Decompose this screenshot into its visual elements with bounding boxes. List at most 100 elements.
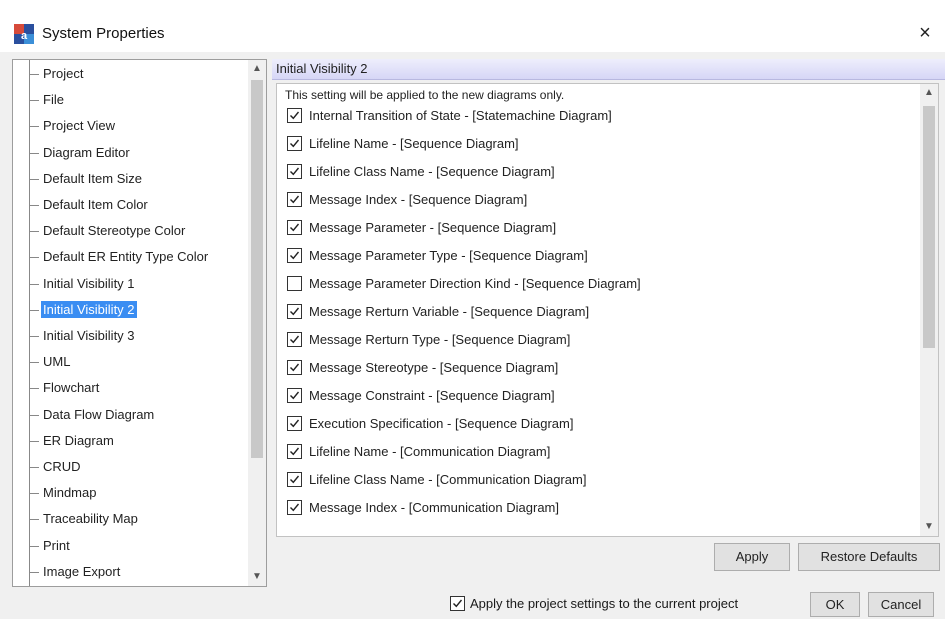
tree-item-label: Traceability Map (43, 511, 138, 527)
tree-branch-line (29, 467, 39, 468)
tree-item[interactable]: Flowchart (13, 375, 249, 401)
visibility-option-row[interactable]: Lifeline Name - [Communication Diagram] (287, 442, 917, 464)
options-scroll-thumb[interactable] (923, 106, 935, 348)
option-checkbox[interactable] (287, 136, 302, 151)
tree-item-label: Flowchart (43, 380, 100, 396)
tree-branch-line (29, 388, 39, 390)
option-checkbox[interactable] (287, 360, 302, 375)
tree-item-label: Initial Visibility 2 (41, 300, 137, 318)
tree-item[interactable]: Image Export (13, 559, 249, 585)
option-label: Message Index - [Communication Diagram] (309, 500, 559, 515)
tree-item[interactable]: Initial Visibility 2 (13, 297, 249, 323)
option-checkbox[interactable] (287, 332, 302, 347)
visibility-option-row[interactable]: Lifeline Class Name - [Communication Dia… (287, 470, 917, 492)
tree-branch-line (29, 545, 39, 547)
visibility-option-row[interactable]: Message Index - [Communication Diagram] (287, 498, 917, 520)
tree-branch-line (29, 231, 39, 233)
tree-item[interactable]: Project (13, 61, 249, 87)
option-checkbox[interactable] (287, 248, 302, 263)
option-checkbox[interactable] (287, 164, 302, 179)
visibility-options-box: This setting will be applied to the new … (276, 83, 939, 537)
section-title: Initial Visibility 2 (276, 61, 368, 76)
option-checkbox[interactable] (287, 304, 302, 319)
option-label: Message Parameter Type - [Sequence Diagr… (309, 248, 588, 263)
visibility-option-row[interactable]: Execution Specification - [Sequence Diag… (287, 414, 917, 436)
tree-item[interactable]: CRUD (13, 454, 249, 480)
visibility-option-row[interactable]: Message Rerturn Variable - [Sequence Dia… (287, 302, 917, 324)
option-checkbox[interactable] (287, 500, 302, 515)
option-label: Message Parameter - [Sequence Diagram] (309, 220, 557, 235)
tree-item[interactable]: Default Item Color (13, 192, 249, 218)
tree-branch-line (29, 571, 39, 573)
tree-item[interactable]: ER Diagram (13, 428, 249, 454)
apply-project-settings-checkbox[interactable] (450, 596, 465, 611)
option-checkbox[interactable] (287, 444, 302, 459)
tree-item[interactable]: Initial Visibility 1 (13, 271, 249, 297)
option-label: Message Constraint - [Sequence Diagram] (309, 388, 555, 403)
option-label: Message Index - [Sequence Diagram] (309, 192, 528, 207)
option-checkbox[interactable] (287, 416, 302, 431)
visibility-option-row[interactable]: Lifeline Class Name - [Sequence Diagram] (287, 162, 917, 184)
tree-item[interactable]: Print (13, 533, 249, 559)
option-checkbox[interactable] (287, 388, 302, 403)
visibility-option-row[interactable]: Message Parameter Type - [Sequence Diagr… (287, 246, 917, 268)
options-scrollbar[interactable]: ▲ ▼ (920, 84, 938, 536)
tree-item[interactable]: Initial Visibility 3 (13, 323, 249, 349)
tree-item-label: Default Item Color (43, 197, 148, 212)
option-label: Message Parameter Direction Kind - [Sequ… (309, 276, 641, 291)
visibility-option-row[interactable]: Message Parameter - [Sequence Diagram] (287, 218, 917, 240)
tree-item[interactable]: Default Stereotype Color (13, 218, 249, 244)
tree-item-label: File (43, 92, 64, 108)
tree-branch-line (29, 257, 39, 259)
tree-branch-line (29, 152, 39, 154)
tree-item[interactable]: Traceability Map (13, 506, 249, 532)
tree-item-label: Data Flow Diagram (43, 406, 155, 422)
restore-defaults-button[interactable]: Restore Defaults (798, 543, 940, 571)
tree-item-label: Initial Visibility 1 (43, 275, 135, 291)
visibility-option-row[interactable]: Internal Transition of State - [Statemac… (287, 106, 917, 128)
close-button[interactable]: × (911, 22, 939, 46)
tree-branch-line (29, 493, 39, 495)
scroll-down-arrow-icon[interactable]: ▼ (920, 518, 938, 536)
cancel-button[interactable]: Cancel (868, 592, 934, 617)
astah-app-icon: a (14, 24, 34, 44)
option-checkbox[interactable] (287, 276, 302, 291)
tree-item[interactable]: Data Flow Diagram (13, 402, 249, 428)
option-checkbox[interactable] (287, 472, 302, 487)
option-label: Internal Transition of State - [Statemac… (309, 108, 612, 123)
tree-branch-line (29, 74, 39, 75)
tree-item-label: Print (43, 537, 70, 553)
tree-scroll-thumb[interactable] (251, 80, 263, 458)
tree-scrollbar[interactable]: ▲ ▼ (248, 60, 266, 586)
tree-item[interactable]: UML (13, 349, 249, 375)
scroll-down-arrow-icon[interactable]: ▼ (248, 568, 266, 586)
visibility-option-row[interactable]: Lifeline Name - [Sequence Diagram] (287, 134, 917, 156)
tree-branch-line (29, 414, 39, 416)
tree-item-label: UML (43, 354, 71, 370)
tree-branch-line (29, 283, 39, 285)
apply-button[interactable]: Apply (714, 543, 790, 571)
tree-item[interactable]: Mindmap (13, 480, 249, 506)
tree-item-label: Image Export (43, 563, 121, 579)
tree-branch-line (29, 362, 39, 364)
option-checkbox[interactable] (287, 220, 302, 235)
scroll-up-arrow-icon[interactable]: ▲ (920, 84, 938, 102)
settings-category-tree: Project File Project View Diagram Editor Def… (12, 59, 267, 587)
tree-item[interactable]: Project View (13, 113, 249, 139)
option-checkbox[interactable] (287, 108, 302, 123)
tree-branch-line (29, 519, 39, 521)
scroll-up-arrow-icon[interactable]: ▲ (248, 60, 266, 78)
tree-item-label: Project View (43, 118, 116, 134)
tree-item[interactable]: File (13, 87, 249, 113)
visibility-option-row[interactable]: Message Constraint - [Sequence Diagram] (287, 386, 917, 408)
tree-item[interactable]: Diagram Editor (13, 140, 249, 166)
visibility-option-row[interactable]: Message Rerturn Type - [Sequence Diagram… (287, 330, 917, 352)
visibility-option-row[interactable]: Message Index - [Sequence Diagram] (287, 190, 917, 212)
tree-branch-line (29, 309, 39, 311)
ok-button[interactable]: OK (810, 592, 860, 617)
tree-item[interactable]: Default Item Size (13, 166, 249, 192)
visibility-option-row[interactable]: Message Parameter Direction Kind - [Sequ… (287, 274, 917, 296)
option-checkbox[interactable] (287, 192, 302, 207)
tree-item[interactable]: Default ER Entity Type Color (13, 244, 249, 270)
visibility-option-row[interactable]: Message Stereotype - [Sequence Diagram] (287, 358, 917, 380)
